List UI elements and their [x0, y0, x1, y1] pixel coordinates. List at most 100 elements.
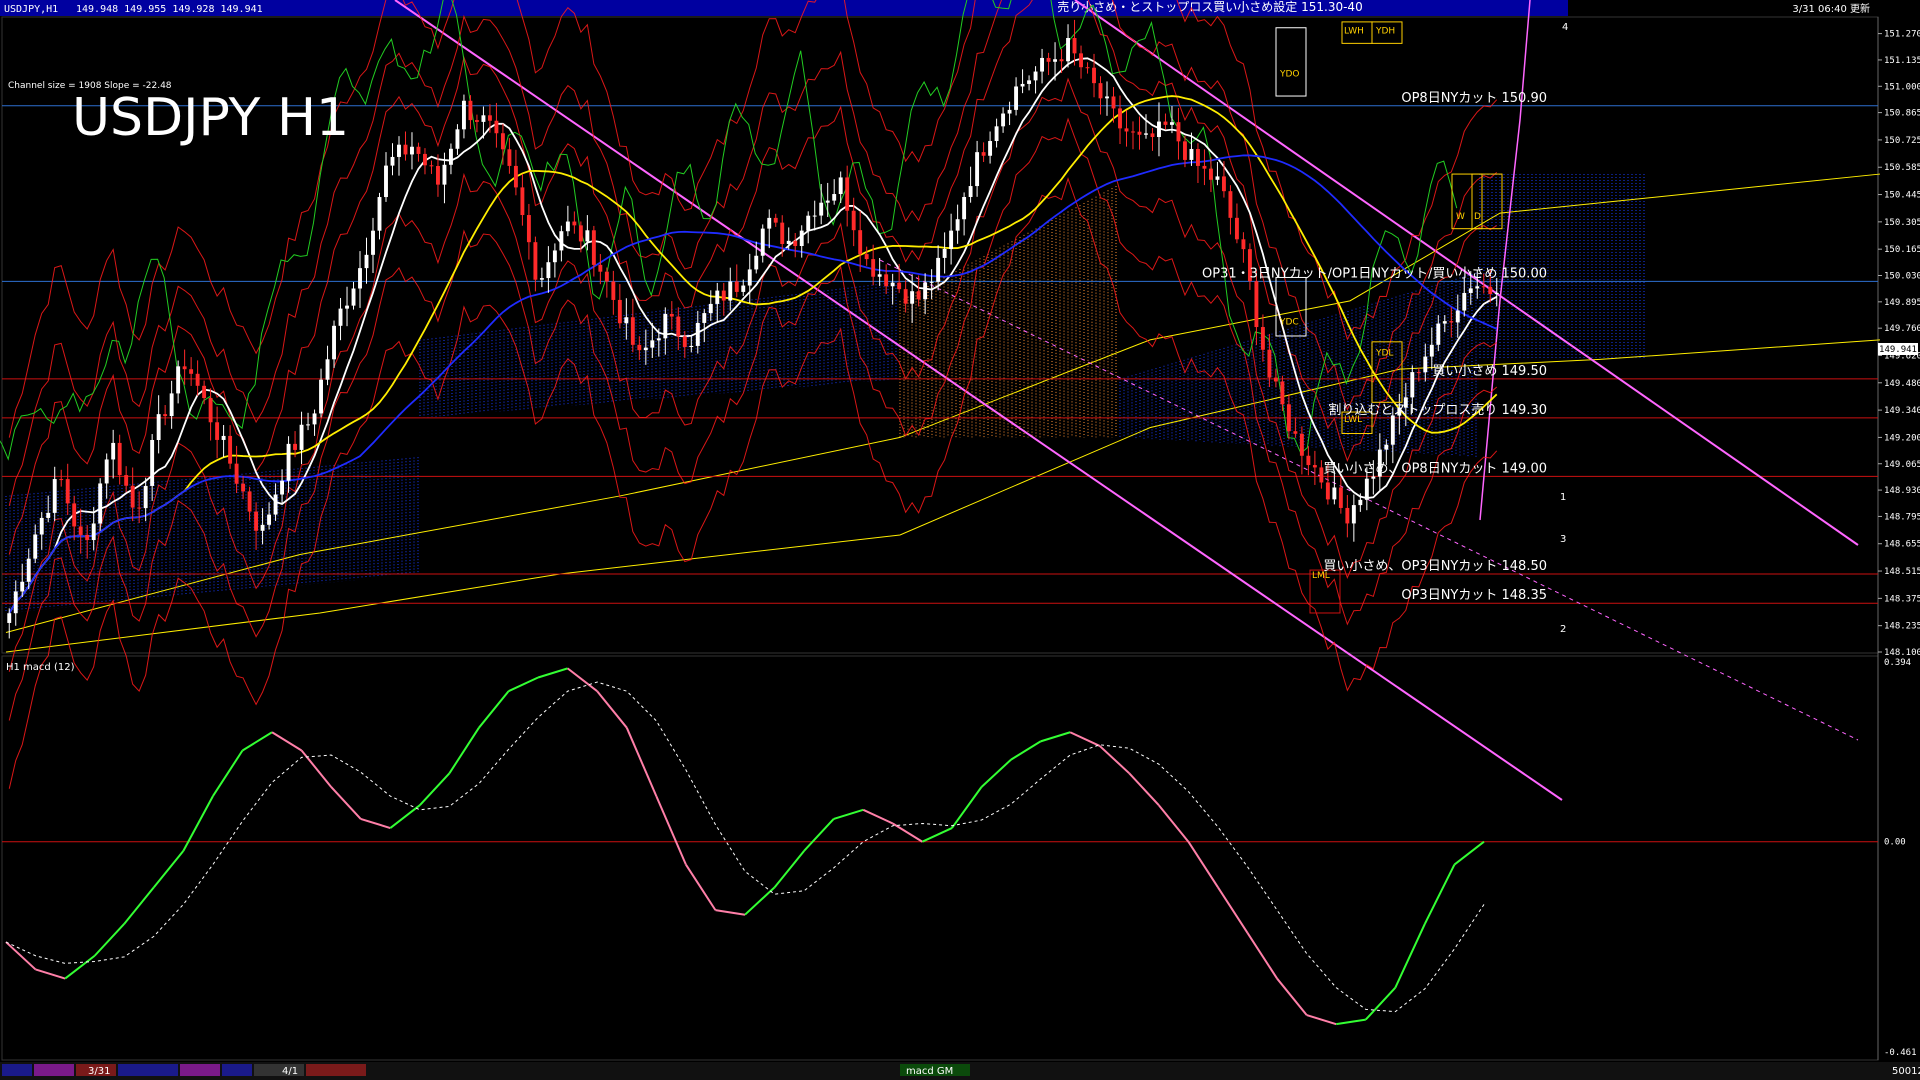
- macd-segment: [567, 667, 598, 692]
- candle-body: [916, 291, 921, 300]
- candle-body: [474, 120, 479, 122]
- candle-body: [1189, 148, 1194, 160]
- candle-body: [169, 393, 174, 417]
- candle-body: [1020, 83, 1025, 87]
- candle-body: [806, 215, 811, 231]
- candle-body: [13, 591, 18, 614]
- projection-label: 4: [1562, 22, 1568, 33]
- box-label-lwh: LWH: [1344, 27, 1364, 37]
- candle-body: [156, 414, 161, 440]
- ma-yellow: [8, 95, 1498, 614]
- current-price-text: 149.941: [1879, 345, 1917, 355]
- candle-body: [591, 230, 596, 265]
- level-label: OP3日NYカット 148.35: [1401, 588, 1547, 603]
- projection-label: 2: [1560, 624, 1566, 635]
- candle-body: [500, 133, 505, 150]
- candle-body: [189, 369, 194, 374]
- projection-label: 3: [1560, 534, 1566, 545]
- candle-body: [143, 485, 148, 509]
- candle-body: [1098, 83, 1103, 99]
- candle-body: [871, 259, 876, 277]
- macd-segment: [1276, 977, 1308, 1016]
- candle-body: [377, 197, 382, 231]
- macd-y-label: -0.461: [1884, 1048, 1917, 1058]
- candle-body: [1358, 499, 1363, 506]
- macd-segment: [1010, 740, 1042, 761]
- candle-body: [332, 325, 336, 360]
- macd-segment: [1453, 840, 1485, 866]
- candle-body: [617, 299, 622, 324]
- macd-segment: [448, 727, 480, 774]
- candle-body: [702, 313, 707, 323]
- candle-body: [1254, 281, 1259, 328]
- candle-body: [461, 100, 466, 130]
- candle-body: [1118, 108, 1122, 129]
- y-tick-label: 150.305: [1884, 218, 1920, 228]
- candle-body: [975, 152, 980, 187]
- macd-segment: [271, 731, 303, 752]
- candle-body: [416, 146, 421, 154]
- candle-body: [962, 196, 967, 220]
- candle-body: [1273, 377, 1278, 382]
- candle-body: [754, 255, 759, 270]
- candle-body: [33, 534, 38, 559]
- ma-blue: [8, 154, 1498, 614]
- symbol-info: USDJPY,H1: [4, 4, 58, 15]
- candle-body: [1105, 96, 1109, 99]
- candle-body: [890, 282, 895, 287]
- candle-body: [897, 282, 902, 290]
- candle-body: [306, 424, 310, 426]
- macd-segment: [833, 808, 864, 820]
- candle-body: [46, 512, 51, 518]
- level-label: 割り込むとストップロス売り 149.30: [1328, 402, 1547, 418]
- macd-segment: [64, 954, 96, 980]
- chikou-line: [0, 0, 1458, 461]
- macd-segment: [685, 863, 717, 911]
- candle-body: [1423, 356, 1428, 373]
- candle-body: [59, 479, 64, 481]
- bottom-bar: 3/31 4/1 macd GM 50012: [0, 1062, 1920, 1080]
- candle-body: [1468, 288, 1473, 293]
- candle-body: [1059, 59, 1064, 62]
- candle-body: [150, 439, 155, 486]
- candle-body: [26, 558, 31, 582]
- candle-body: [286, 443, 291, 481]
- date-label-2: 4/1: [282, 1066, 298, 1077]
- candle-body: [1131, 131, 1135, 133]
- candle-body: [825, 200, 830, 203]
- candle-body: [903, 289, 908, 304]
- candle-body: [358, 268, 362, 289]
- macd-segment: [93, 923, 125, 957]
- y-tick-label: 148.515: [1884, 567, 1920, 577]
- candle-body: [117, 442, 122, 476]
- candle-body: [1416, 372, 1421, 374]
- candle-body: [1449, 321, 1454, 323]
- macd-segment: [212, 749, 244, 797]
- macd-segment: [123, 886, 155, 925]
- candle-body: [1085, 67, 1090, 69]
- candle-body: [1066, 38, 1070, 62]
- candle-body: [656, 338, 661, 341]
- candle-body: [728, 281, 733, 301]
- bottom-code: 50012: [1892, 1066, 1920, 1077]
- box-ydo: [1275, 27, 1307, 97]
- chikou-span: [0, 0, 1458, 461]
- candle-body: [1137, 131, 1142, 135]
- y-tick-label: 149.340: [1884, 406, 1920, 416]
- macd-segment: [921, 827, 953, 843]
- y-tick-label: 148.235: [1884, 622, 1920, 632]
- candle-body: [1046, 57, 1051, 62]
- y-tick-label: 150.165: [1884, 245, 1920, 255]
- candle-body: [676, 316, 681, 337]
- candle-body: [267, 514, 272, 525]
- macd-y-label: 0.00: [1884, 838, 1906, 848]
- candle-body: [734, 281, 739, 292]
- y-tick-label: 150.445: [1884, 191, 1920, 201]
- candle-body: [942, 248, 947, 258]
- candle-body: [1079, 53, 1083, 68]
- candle-body: [293, 443, 298, 450]
- candle-body: [72, 503, 77, 527]
- candle-body: [585, 230, 590, 242]
- candle-body: [1481, 286, 1486, 288]
- bollinger-line: [8, 0, 1498, 438]
